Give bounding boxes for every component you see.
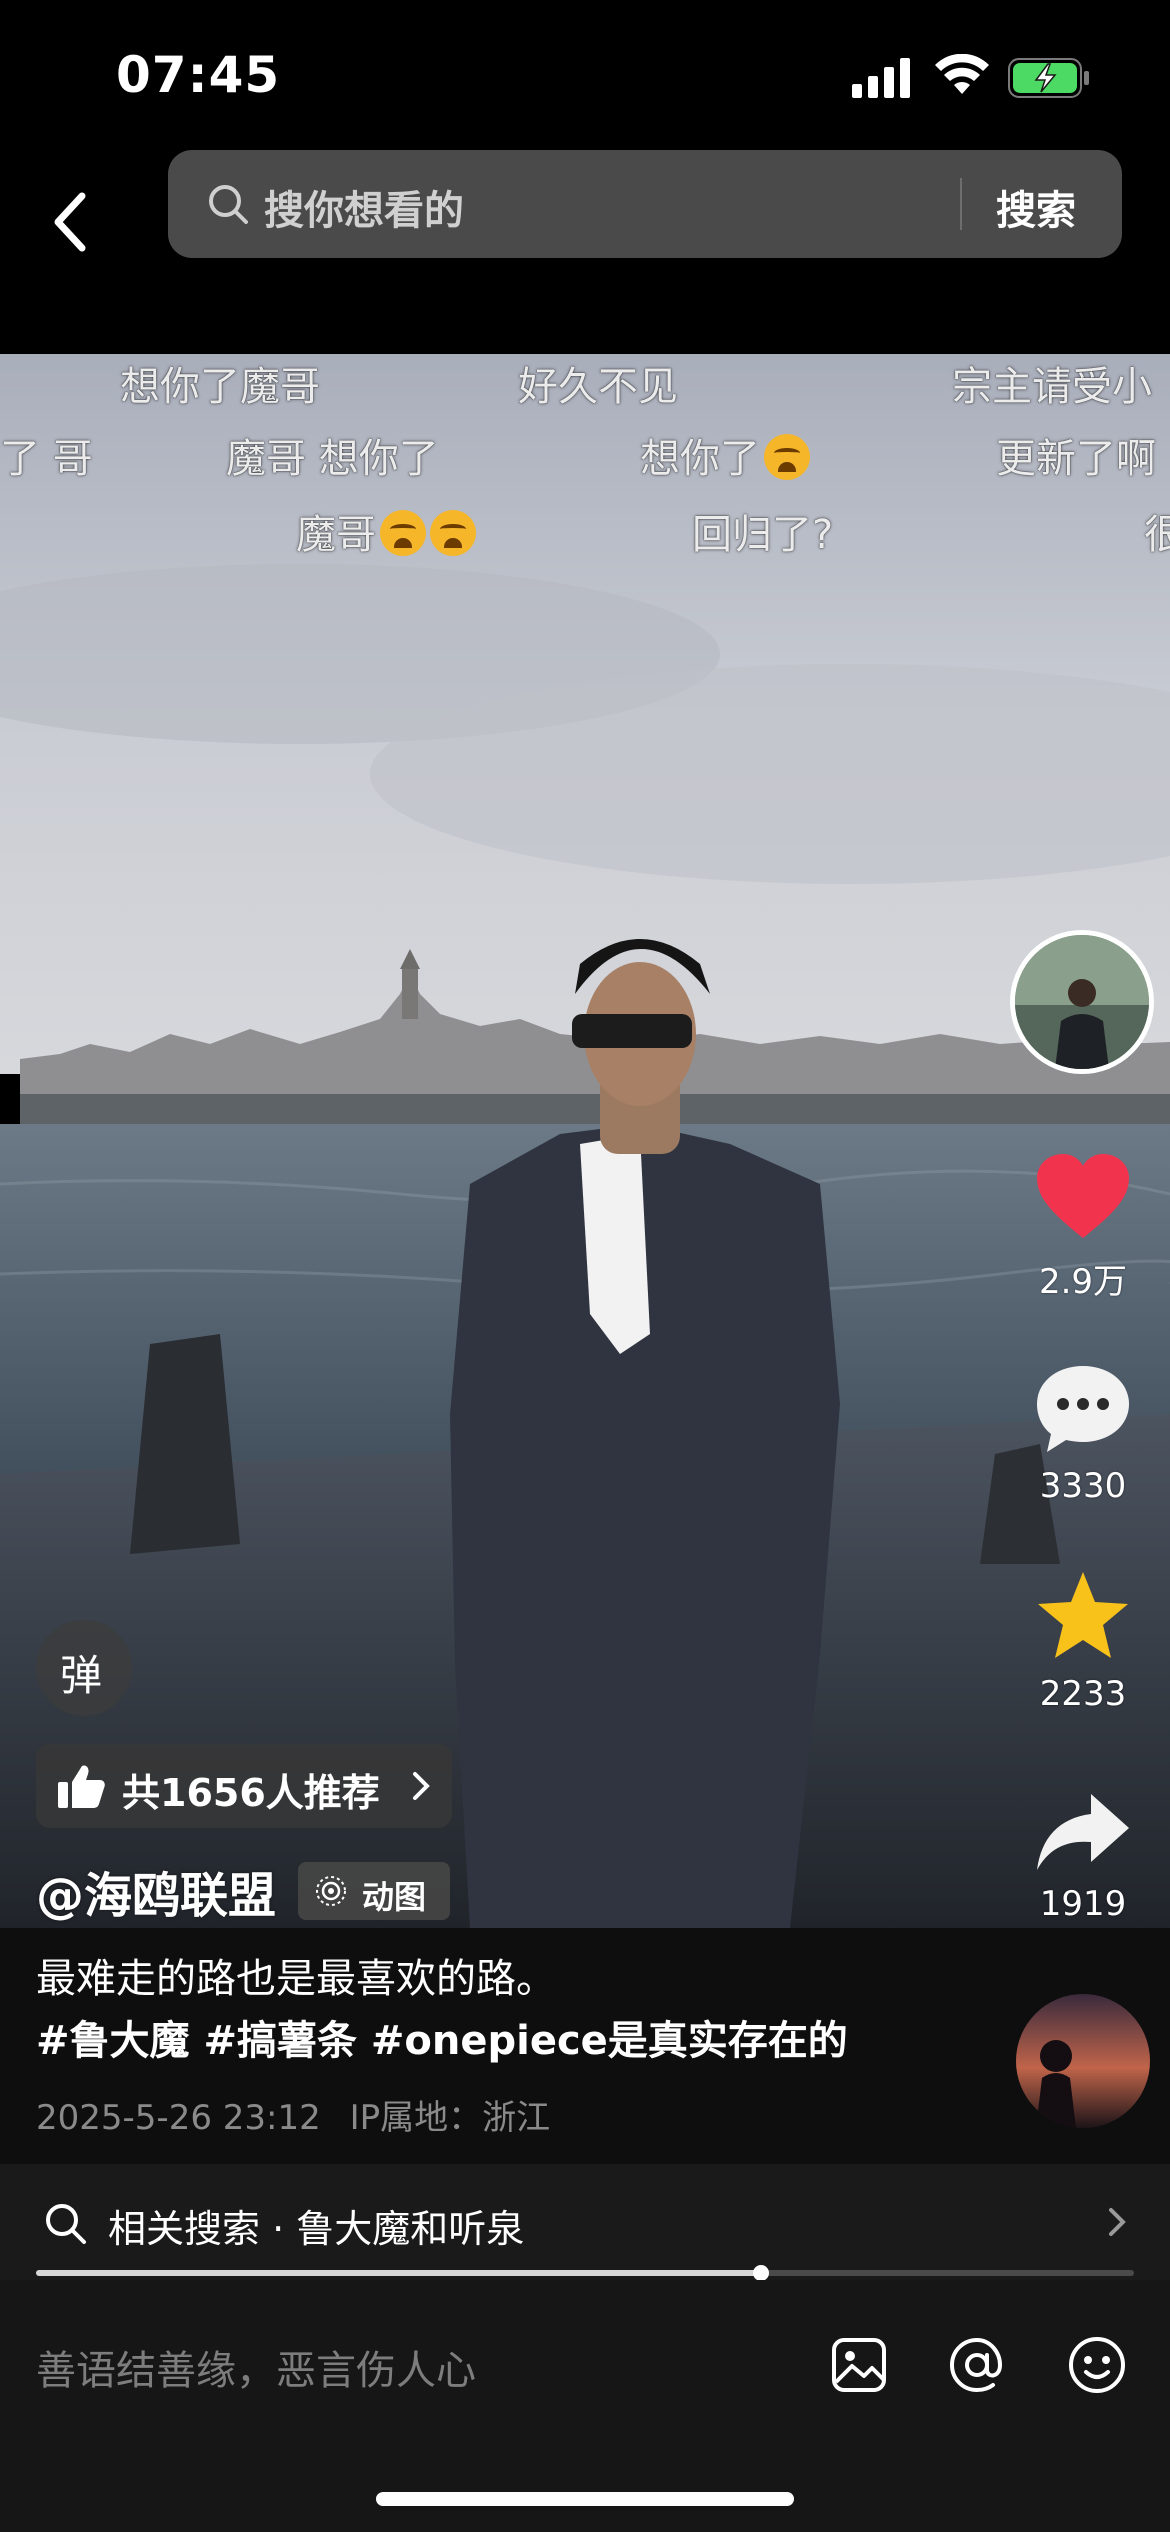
danmaku-comment: 更新了啊 — [996, 436, 1156, 482]
search-button[interactable]: 搜索 — [996, 178, 1076, 236]
author-handle[interactable]: @海鸥联盟 — [36, 1856, 276, 1926]
crying-emoji-icon — [380, 510, 426, 556]
emoji-icon[interactable] — [1064, 2332, 1130, 2398]
chevron-right-icon — [413, 1772, 430, 1800]
danmaku-comment: 魔哥 想你了 — [226, 436, 439, 482]
video-frame — [0, 354, 1170, 1928]
danmaku-comment: 想你了魔哥 — [120, 364, 320, 410]
search-input[interactable]: 搜你想看的 搜索 — [168, 150, 1122, 258]
like-count: 2.9万 — [1038, 1262, 1128, 1302]
share-icon — [1037, 1794, 1129, 1870]
comment-count: 3330 — [1039, 1466, 1127, 1506]
caption-meta: 2025-5-26 23:12 IP属地：浙江 — [36, 2090, 550, 2139]
status-bar: 07:45 — [0, 0, 1170, 140]
caption-hashtags[interactable]: #鲁大魔 #搞薯条 #onepiece是真实存在的 — [36, 2008, 848, 2066]
search-icon — [46, 2204, 86, 2244]
thumbs-up-icon — [58, 1765, 105, 1808]
live-photo-icon — [316, 1876, 346, 1906]
playback-progress-knob[interactable] — [752, 2265, 769, 2281]
related-search-bar[interactable]: 相关搜索 · 鲁大魔和听泉 — [0, 2164, 1170, 2280]
danmaku-comment: 魔哥 — [296, 502, 476, 560]
like-button[interactable]: 2.9万 — [1008, 1152, 1158, 1303]
recommend-label: 共1656人推荐 — [122, 1771, 380, 1815]
danmaku-comment: 宗主请受小 — [952, 364, 1152, 410]
caption-text: 最难走的路也是最喜欢的路。 — [36, 1956, 556, 2002]
caption-area: 最难走的路也是最喜欢的路。 #鲁大魔 #搞薯条 #onepiece是真实存在的 … — [0, 1928, 1170, 2164]
danmaku-comment: 好久不见 — [518, 364, 678, 410]
crying-emoji-icon — [430, 510, 476, 556]
ip-location: IP属地：浙江 — [349, 2098, 551, 2138]
danmaku-comment: 回归了? — [692, 512, 834, 558]
search-divider — [960, 178, 962, 230]
post-date: 2025-5-26 23:12 — [36, 2098, 321, 2138]
star-icon — [1038, 1572, 1128, 1658]
danmaku-toggle-button[interactable]: 弹 — [36, 1620, 132, 1716]
playback-progress-fill — [36, 2270, 761, 2276]
at-icon[interactable] — [944, 2332, 1010, 2398]
music-disc[interactable] — [1016, 1994, 1150, 2128]
battery-charging-icon — [1008, 58, 1089, 98]
signal-icon — [852, 58, 910, 98]
share-button[interactable]: 1919 — [1008, 1790, 1158, 1924]
search-placeholder: 搜你想看的 — [264, 188, 464, 234]
status-time: 07:45 — [116, 46, 281, 104]
video-player[interactable]: 想你了魔哥 好久不见 宗主请受小 了 哥 魔哥 想你了 想你了 更新了啊 魔哥 … — [0, 354, 1170, 1928]
live-photo-tag[interactable]: 动图 — [298, 1862, 450, 1920]
wifi-icon — [935, 54, 989, 94]
crying-emoji-icon — [764, 434, 810, 480]
image-icon[interactable] — [826, 2332, 892, 2398]
danmaku-comment: 很 — [1144, 512, 1170, 558]
favorite-button[interactable]: 2233 — [1008, 1568, 1158, 1714]
favorite-count: 2233 — [1039, 1674, 1127, 1714]
chevron-right-icon — [1109, 2208, 1126, 2236]
playback-progress-bar[interactable] — [36, 2265, 1134, 2281]
danmaku-comment: 了 哥 — [0, 436, 93, 482]
comment-icon — [1037, 1366, 1129, 1452]
back-arrow-icon[interactable] — [40, 176, 100, 266]
recommend-button[interactable]: 共1656人推荐 — [36, 1744, 452, 1828]
danmaku-comment: 想你了 — [640, 426, 810, 484]
search-icon — [209, 185, 248, 224]
avatar-image — [1015, 935, 1149, 1069]
search-header: 搜你想看的 搜索 — [0, 140, 1170, 354]
related-search-label: 相关搜索 · 鲁大魔和听泉 — [108, 2207, 525, 2251]
danmaku-toggle-label: 弹 — [60, 1651, 103, 1700]
comment-button[interactable]: 3330 — [1008, 1362, 1158, 1506]
share-count: 1919 — [1039, 1884, 1127, 1924]
author-avatar[interactable] — [1010, 930, 1154, 1074]
comment-bar: 善语结善缘，恶言伤人心 — [0, 2280, 1170, 2532]
home-indicator — [376, 2492, 794, 2506]
heart-icon — [1037, 1154, 1129, 1238]
music-cover-image — [1016, 1994, 1150, 2128]
live-photo-label: 动图 — [362, 1878, 427, 1916]
comment-input[interactable]: 善语结善缘，恶言伤人心 — [36, 2338, 476, 2396]
